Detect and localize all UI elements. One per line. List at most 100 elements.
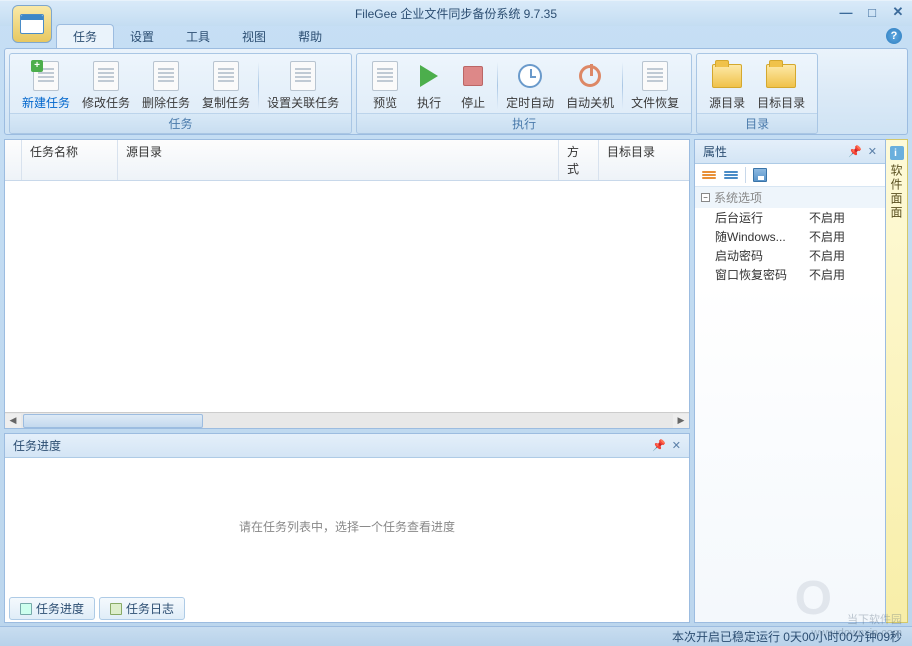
tab-view[interactable]: 视图 [226, 25, 282, 48]
task-progress-panel: 任务进度 📌 ✕ 请在任务列表中，选择一个任务查看进度 任务进度 任务日志 [4, 433, 690, 623]
document-plus-icon: + [33, 61, 59, 91]
task-list-header: 任务名称 源目录 方式 目标目录 [5, 140, 689, 181]
separator [258, 62, 259, 109]
title-bar: FileGee 企业文件同步备份系统 9.7.35 — □ ✕ [0, 0, 912, 26]
ribbon-group-label: 任务 [10, 113, 351, 133]
window-controls: — □ ✕ [838, 5, 906, 19]
document-icon [372, 61, 398, 91]
document-icon [642, 61, 668, 91]
column-mode[interactable]: 方式 [559, 140, 599, 180]
content-area: 任务名称 源目录 方式 目标目录 ◀ ▶ 任务进度 📌 ✕ 请在 [4, 139, 908, 623]
scroll-right-icon[interactable]: ▶ [673, 414, 689, 428]
ribbon-group-label: 执行 [357, 113, 691, 133]
properties-empty-area [695, 284, 885, 622]
alphabetical-button[interactable] [723, 168, 739, 182]
document-icon [153, 61, 179, 91]
stop-button[interactable]: 停止 [451, 58, 495, 113]
ribbon-group-label: 目录 [697, 113, 817, 133]
document-icon [93, 61, 119, 91]
ribbon: + 新建任务 修改任务 删除任务 复制任务 设置关联任务 任务 [4, 48, 908, 135]
separator [745, 167, 746, 183]
pin-icon[interactable]: 📌 [652, 439, 666, 452]
properties-panel: 属性 📌 ✕ − 系统选项 后台运行 不启用 随Windo [694, 139, 886, 623]
ribbon-group-folder: 源目录 目标目录 目录 [696, 53, 818, 134]
watermark-logo: O [795, 571, 832, 626]
bottom-tabs: 任务进度 任务日志 [5, 595, 689, 622]
run-button[interactable]: 执行 [407, 58, 451, 113]
schedule-button[interactable]: 定时自动 [500, 58, 560, 113]
minimize-button[interactable]: — [838, 5, 854, 19]
maximize-button[interactable]: □ [864, 5, 880, 19]
window-title: FileGee 企业文件同步备份系统 9.7.35 [0, 5, 912, 22]
left-column: 任务名称 源目录 方式 目标目录 ◀ ▶ 任务进度 📌 ✕ 请在 [4, 139, 690, 623]
file-recovery-button[interactable]: 文件恢复 [625, 58, 685, 113]
copy-task-button[interactable]: 复制任务 [196, 58, 256, 113]
close-panel-icon[interactable]: ✕ [868, 145, 877, 158]
info-icon: i [890, 146, 904, 160]
clock-icon [518, 64, 542, 88]
panel-title-bar: 属性 📌 ✕ [695, 140, 885, 164]
source-folder-button[interactable]: 源目录 [703, 58, 751, 113]
separator [497, 62, 498, 109]
ribbon-group-task: + 新建任务 修改任务 删除任务 复制任务 设置关联任务 任务 [9, 53, 352, 134]
app-menu-button[interactable] [12, 5, 52, 43]
categorize-button[interactable] [701, 168, 717, 182]
menu-tabs: 任务 设置 工具 视图 帮助 ? [0, 26, 912, 48]
panel-title: 任务进度 [13, 437, 61, 454]
link-task-button[interactable]: 设置关联任务 [261, 58, 345, 113]
horizontal-scrollbar[interactable]: ◀ ▶ [5, 412, 689, 428]
property-row[interactable]: 后台运行 不启用 [695, 208, 885, 227]
auto-shutdown-button[interactable]: 自动关机 [560, 58, 620, 113]
delete-task-button[interactable]: 删除任务 [136, 58, 196, 113]
scroll-left-icon[interactable]: ◀ [5, 414, 21, 428]
tab-task-log[interactable]: 任务日志 [99, 597, 185, 620]
task-list-body[interactable] [5, 181, 689, 412]
target-folder-button[interactable]: 目标目录 [751, 58, 811, 113]
folder-icon [766, 64, 796, 88]
disk-icon [753, 168, 767, 182]
ribbon-group-run: 预览 执行 停止 定时自动 自动关机 文件恢复 [356, 53, 692, 134]
separator [622, 62, 623, 109]
save-button[interactable] [752, 168, 768, 182]
panel-title-bar: 任务进度 📌 ✕ [5, 434, 689, 458]
folder-icon [712, 64, 742, 88]
property-row[interactable]: 随Windows... 不启用 [695, 227, 885, 246]
stop-icon [463, 66, 483, 86]
preview-button[interactable]: 预览 [363, 58, 407, 113]
tab-help[interactable]: 帮助 [282, 25, 338, 48]
edit-task-button[interactable]: 修改任务 [76, 58, 136, 113]
close-panel-icon[interactable]: ✕ [672, 439, 681, 452]
property-group-header[interactable]: − 系统选项 [695, 187, 885, 208]
column-expand[interactable] [5, 140, 22, 180]
close-button[interactable]: ✕ [890, 5, 906, 19]
log-tab-icon [110, 603, 122, 615]
progress-tab-icon [20, 603, 32, 615]
app-icon [20, 14, 44, 34]
side-tab-software[interactable]: i 软件面面 [886, 139, 908, 623]
collapse-icon[interactable]: − [701, 193, 710, 202]
document-icon [213, 61, 239, 91]
properties-toolbar [695, 164, 885, 187]
tab-tasks[interactable]: 任务 [56, 24, 114, 48]
column-source-dir[interactable]: 源目录 [118, 140, 559, 180]
help-icon[interactable]: ? [886, 28, 902, 44]
tab-settings[interactable]: 设置 [114, 25, 170, 48]
task-list-panel: 任务名称 源目录 方式 目标目录 ◀ ▶ [4, 139, 690, 429]
panel-title: 属性 [703, 143, 727, 160]
new-task-button[interactable]: + 新建任务 [16, 58, 76, 113]
property-row[interactable]: 窗口恢复密码 不启用 [695, 265, 885, 284]
power-icon [579, 65, 601, 87]
scroll-thumb[interactable] [23, 414, 203, 428]
play-icon [420, 65, 438, 87]
column-target-dir[interactable]: 目标目录 [599, 140, 689, 180]
tab-tools[interactable]: 工具 [170, 25, 226, 48]
property-row[interactable]: 启动密码 不启用 [695, 246, 885, 265]
column-task-name[interactable]: 任务名称 [22, 140, 118, 180]
pin-icon[interactable]: 📌 [848, 145, 862, 158]
uptime-text: 本次开启已稳定运行 0天00小时00分钟09秒 [672, 628, 902, 645]
document-icon [290, 61, 316, 91]
tab-task-progress[interactable]: 任务进度 [9, 597, 95, 620]
progress-body: 请在任务列表中，选择一个任务查看进度 [5, 458, 689, 595]
progress-hint: 请在任务列表中，选择一个任务查看进度 [239, 518, 455, 535]
status-bar: 本次开启已稳定运行 0天00小时00分钟09秒 [0, 626, 912, 646]
